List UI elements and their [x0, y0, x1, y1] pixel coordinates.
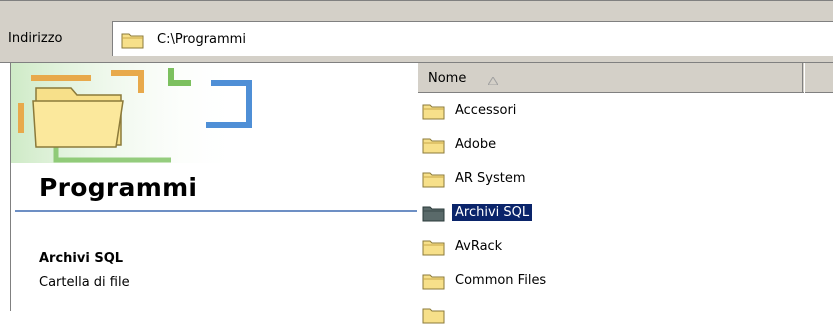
folder-title: Programmi	[39, 173, 198, 202]
column-name-header[interactable]: Nome	[418, 63, 803, 93]
list-item-label: Archivi SQL	[452, 204, 533, 221]
selected-item-type: Cartella di file	[39, 275, 130, 290]
list-item[interactable]: Common Files	[418, 267, 833, 295]
column-name-label: Nome	[428, 71, 467, 86]
list-item-label: AR System	[455, 171, 526, 186]
file-list: Nome Accessori Adobe AR System Archivi S…	[418, 63, 833, 324]
selected-item-name: Archivi SQL	[39, 251, 124, 266]
address-path: C:\Programmi	[157, 32, 246, 47]
list-item[interactable]: Adobe	[418, 131, 833, 159]
details-pane: Programmi Archivi SQL Cartella di file	[10, 63, 418, 311]
list-item[interactable]: Accessori	[418, 97, 833, 125]
list-item-partial[interactable]	[418, 301, 833, 329]
folder-icon	[422, 137, 446, 159]
address-input[interactable]: C:\Programmi	[112, 21, 833, 56]
folder-icon	[422, 239, 446, 261]
column-next-header[interactable]	[804, 63, 833, 93]
title-divider	[15, 210, 417, 212]
column-header: Nome	[418, 63, 833, 93]
address-bar: Indirizzo C:\Programmi	[0, 0, 833, 63]
list-item[interactable]: AR System	[418, 165, 833, 193]
list-item-label: Adobe	[455, 137, 497, 152]
folder-icon	[422, 103, 446, 125]
list-item-label: Accessori	[455, 103, 517, 118]
sort-ascending-icon	[487, 74, 499, 89]
list-item-selected[interactable]: Archivi SQL	[418, 199, 833, 227]
folder-icon	[422, 205, 446, 227]
list-item[interactable]: AvRack	[418, 233, 833, 261]
list-item-label: Common Files	[455, 273, 547, 288]
folder-icon	[422, 307, 446, 329]
address-label: Indirizzo	[8, 31, 63, 46]
folder-icon	[121, 30, 145, 54]
list-item-label: AvRack	[455, 239, 503, 254]
folder-icon	[422, 273, 446, 295]
folder-icon	[422, 171, 446, 193]
